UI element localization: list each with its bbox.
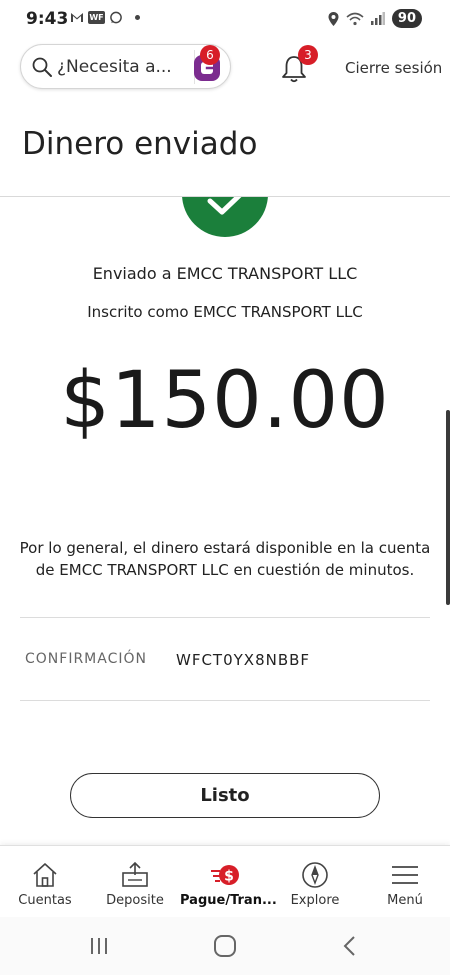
wf-app-icon: WF — [88, 11, 105, 24]
enrolled-as-text: Inscrito como EMCC TRANSPORT LLC — [87, 303, 363, 321]
nav-item-pague-transfiera[interactable]: $ Pague/Tran... — [180, 846, 277, 918]
nav-label-pague: Pague/Tran... — [180, 893, 277, 908]
logout-link[interactable]: Cierre sesión — [345, 59, 442, 77]
back-icon[interactable] — [335, 933, 365, 959]
scrollbar[interactable] — [446, 410, 450, 605]
battery-icon: 90 — [391, 9, 422, 28]
home-icon[interactable] — [210, 933, 240, 959]
nav-label-cuentas: Cuentas — [18, 893, 72, 908]
dot-icon — [135, 15, 140, 20]
pay-transfer-icon: $ — [211, 865, 239, 885]
recents-icon[interactable] — [84, 933, 114, 959]
notifications-badge: 3 — [298, 45, 318, 65]
recipient-text: Enviado a EMCC TRANSPORT LLC — [92, 264, 358, 283]
nav-label-deposite: Deposite — [106, 893, 164, 908]
nav-item-explore[interactable]: Explore — [270, 846, 360, 918]
svg-text:$: $ — [224, 869, 234, 885]
gmail-icon — [71, 13, 83, 22]
done-button[interactable]: Listo — [70, 773, 380, 818]
page-title: Dinero enviado — [22, 126, 258, 162]
compass-icon — [302, 862, 328, 888]
nav-label-explore: Explore — [290, 893, 340, 908]
location-icon — [328, 11, 339, 26]
nav-label-menu: Menú — [387, 893, 423, 908]
success-check-icon — [182, 197, 268, 237]
amount-sent: $150.00 — [60, 356, 390, 446]
confirmation-label: CONFIRMACIÓN — [25, 651, 147, 667]
deposit-icon — [122, 861, 148, 887]
nav-item-deposite[interactable]: Deposite — [90, 846, 180, 918]
status-bar: 9:43 WF 90 — [0, 0, 450, 38]
house-icon — [33, 863, 57, 887]
bottom-nav: Cuentas Deposite $ Pague/Tran... Explore… — [0, 845, 450, 917]
nav-item-menu[interactable]: Menú — [360, 846, 450, 918]
signal-icon — [370, 12, 385, 25]
status-system-icons: 90 — [328, 9, 422, 28]
assistant-badge: 6 — [200, 45, 220, 65]
confirmation-number: WFCT0YX8NBBF — [176, 651, 311, 669]
status-time: 9:43 — [26, 9, 69, 29]
search-icon — [32, 57, 52, 77]
status-notification-icons: WF — [70, 11, 140, 24]
confirmation-top-divider — [20, 617, 430, 618]
search-input[interactable]: ¿Necesita a... — [57, 57, 195, 77]
availability-message: Por lo general, el dinero estará disponi… — [19, 539, 431, 579]
nav-item-cuentas[interactable]: Cuentas — [0, 846, 90, 918]
confirmation-bottom-divider — [20, 700, 430, 701]
wifi-icon — [346, 12, 364, 25]
whatsapp-icon — [110, 11, 122, 24]
menu-icon — [392, 866, 418, 884]
system-nav-bar — [0, 917, 450, 975]
